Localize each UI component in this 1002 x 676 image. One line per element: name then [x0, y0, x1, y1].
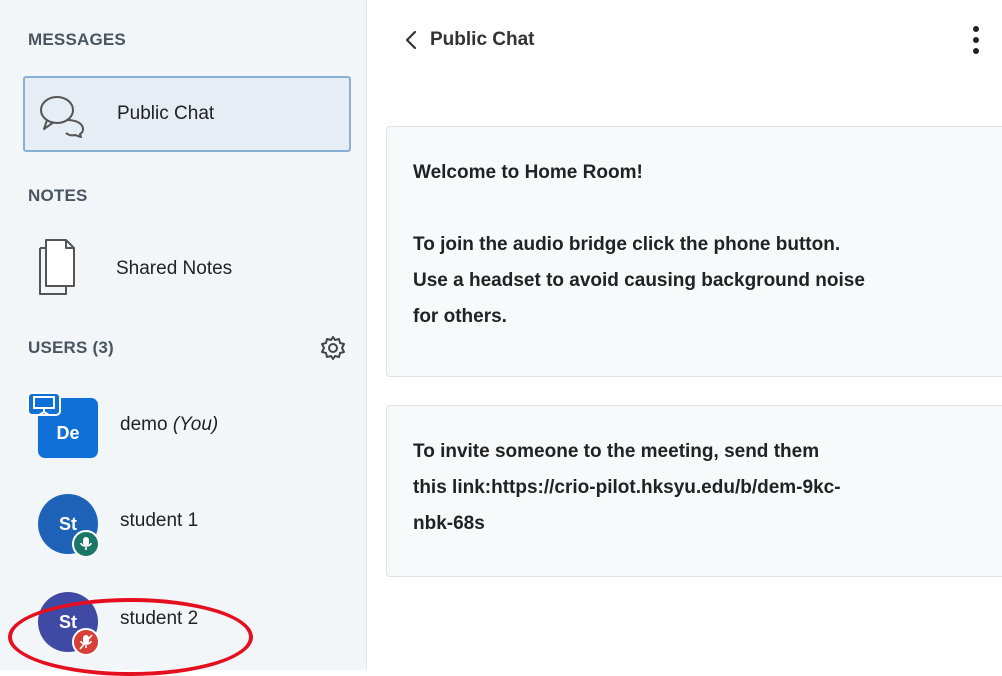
shared-notes-label: Shared Notes	[116, 258, 233, 279]
message-text: Welcome to Home Room! To join the audio …	[413, 155, 973, 335]
notes-section-title: NOTES	[28, 186, 88, 205]
message-text: To invite someone to the meeting, send t…	[413, 434, 973, 542]
users-section-title: USERS (3)	[28, 338, 114, 357]
you-suffix: (You)	[172, 414, 219, 435]
user-row-student-1[interactable]: St student 1	[28, 494, 348, 564]
welcome-room: Home Room!	[524, 162, 643, 183]
welcome-prefix: Welcome to	[413, 162, 525, 183]
welcome-line: Welcome to Home Room!	[413, 155, 973, 191]
presenter-screen-icon	[26, 391, 62, 426]
chevron-left-icon[interactable]	[404, 30, 418, 55]
public-chat-label: Public Chat	[117, 103, 215, 124]
kebab-menu-icon[interactable]	[972, 24, 980, 61]
chat-title: Public Chat	[430, 29, 535, 50]
message-line: Use a headset to avoid causing backgroun…	[413, 270, 865, 291]
gear-icon[interactable]	[320, 335, 346, 366]
chat-message: Welcome to Home Room! To join the audio …	[386, 126, 1002, 377]
chat-bubbles-icon	[37, 92, 89, 143]
avatar-initials: St	[59, 513, 77, 534]
public-chat-item[interactable]: Public Chat	[23, 76, 351, 152]
message-line: To invite someone to the meeting, send t…	[413, 441, 820, 462]
message-line: nbk-68s	[413, 513, 485, 534]
document-icon	[36, 236, 80, 301]
user-name: demo (You)	[120, 414, 218, 436]
chat-message: To invite someone to the meeting, send t…	[386, 405, 1002, 577]
microphone-icon	[72, 530, 100, 558]
user-name: student 1	[120, 510, 199, 531]
user-row-demo[interactable]: De demo (You)	[27, 392, 348, 468]
shared-notes-item[interactable]: Shared Notes	[28, 236, 348, 306]
highlight-ellipse	[8, 598, 253, 676]
user-name-text: demo	[120, 414, 168, 435]
message-line: To join the audio bridge click the phone…	[413, 234, 841, 255]
messages-section-title: MESSAGES	[28, 30, 126, 49]
message-line: for others.	[413, 306, 507, 327]
message-line: this link:https://crio-pilot.hksyu.edu/b…	[413, 477, 841, 498]
sidebar: MESSAGES Public Chat NOTES Shared Notes …	[0, 0, 367, 670]
